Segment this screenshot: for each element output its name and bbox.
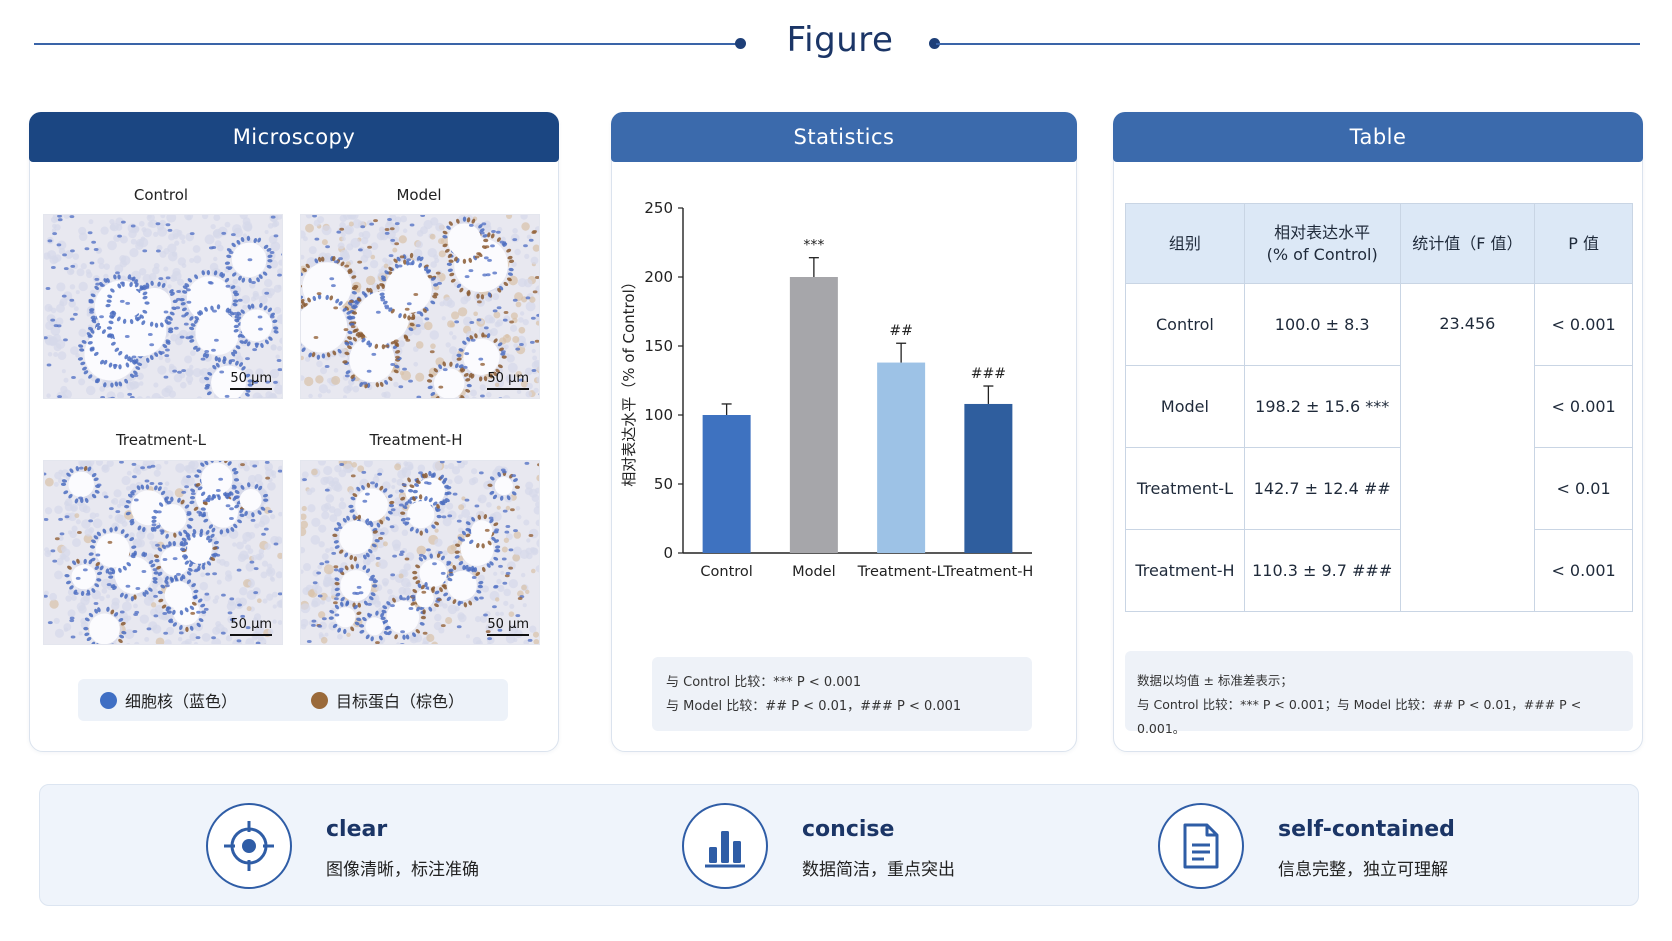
statistics-panel-title: Statistics <box>611 112 1077 162</box>
scale-bar: 50 μm <box>487 371 529 390</box>
cell-value: 110.3 ± 9.7 ### <box>1243 529 1401 612</box>
scale-bar-label: 50 μm <box>487 371 529 386</box>
scale-bar: 50 μm <box>230 371 272 390</box>
micrograph-treatment-h: 50 μm <box>300 460 540 645</box>
table-header-row: 组别 相对表达水平 (% of Control) 统计值（F 值） P 值 <box>1125 203 1633 284</box>
scale-bar-label: 50 μm <box>230 617 272 632</box>
cell-p: < 0.01 <box>1534 447 1633 530</box>
x-tick-label: Model <box>792 564 836 580</box>
header-expression: 相对表达水平 (% of Control) <box>1243 203 1401 284</box>
cell-group: Treatment-H <box>1125 529 1245 612</box>
cell-value: 198.2 ± 15.6 *** <box>1243 365 1401 448</box>
feature-title: concise <box>802 817 895 842</box>
legend-item-nucleus: 细胞核（蓝色） <box>100 688 237 712</box>
document-icon <box>1158 803 1244 889</box>
legend-swatch-blue <box>100 691 117 709</box>
bar <box>964 403 1013 553</box>
legend-item-protein: 目标蛋白（棕色） <box>311 688 464 712</box>
table-note: 数据以均值 ± 标准差表示； 与 Control 比较：*** P < 0.00… <box>1125 651 1633 736</box>
header-expression-line2: (% of Control) <box>1266 244 1378 264</box>
statistics-note-line: 与 Model 比较：## P < 0.01，### P < 0.001 <box>666 699 962 714</box>
header-rule-right <box>936 43 1640 45</box>
bar-chart: 0 50 100 150 200 250 Control *** Model ## Treatmen… <box>620 199 1033 580</box>
stain-legend: 细胞核（蓝色） 目标蛋白（棕色） <box>78 679 508 721</box>
cell-group: Treatment-L <box>1125 447 1245 530</box>
header-expression-line1: 相对表达水平 <box>1274 222 1371 242</box>
feature-concise: concise 数据简洁，重点突出 <box>682 801 1042 889</box>
significance-label: *** <box>803 238 824 254</box>
micrograph-control: 50 μm <box>43 214 283 399</box>
microscopy-panel: Microscopy Control 50 μm Model 50 μm Tre… <box>29 112 559 752</box>
statistics-panel: Statistics 0 50 100 150 200 250 Control *** Mode… <box>611 112 1077 752</box>
image-label-control: Control <box>133 186 189 204</box>
table-note-line: 与 Control 比较：*** P < 0.001；与 Model 比较：##… <box>1137 697 1582 736</box>
y-tick-label: 50 <box>654 475 673 493</box>
cell-group: Model <box>1125 365 1245 448</box>
bar <box>877 362 926 553</box>
y-axis-label: 相对表达水平（% of Control） <box>620 274 638 486</box>
statistics-note: 与 Control 比较：*** P < 0.001 与 Model 比较：##… <box>652 657 1032 731</box>
header-rule-left <box>34 43 740 45</box>
feature-clear: clear 图像清晰，标注准确 <box>206 801 566 889</box>
target-icon <box>206 803 292 889</box>
page-title: Figure <box>786 20 894 60</box>
cell-value: 100.0 ± 8.3 <box>1243 283 1401 366</box>
cell-p: < 0.001 <box>1534 365 1633 448</box>
scale-bar: 50 μm <box>230 617 272 636</box>
feature-title: clear <box>326 817 388 842</box>
micrograph-treatment-l: 50 μm <box>43 460 283 645</box>
feature-subtitle: 信息完整，独立可理解 <box>1278 860 1448 880</box>
legend-label: 目标蛋白（棕色） <box>336 692 465 711</box>
microscopy-panel-title: Microscopy <box>29 112 559 162</box>
y-tick-label: 150 <box>644 337 673 355</box>
x-tick-label: Treatment-H <box>942 564 1033 580</box>
table-panel: Table 组别 相对表达水平 (% of Control) 统计值（F 值） … <box>1113 112 1643 752</box>
cell-p: < 0.001 <box>1534 283 1633 366</box>
significance-label: ## <box>889 323 912 339</box>
scale-bar-label: 50 μm <box>487 617 529 632</box>
header-group: 组别 <box>1125 203 1245 284</box>
table-row: Control 100.0 ± 8.3 23.456 < 0.001 <box>1125 283 1633 612</box>
y-tick-label: 250 <box>644 199 673 217</box>
feature-self-contained: self-contained 信息完整，独立可理解 <box>1158 801 1538 889</box>
table-panel-title: Table <box>1113 112 1643 162</box>
results-table: 组别 相对表达水平 (% of Control) 统计值（F 值） P 值 Co… <box>1125 203 1633 612</box>
table-note-line: 数据以均值 ± 标准差表示； <box>1137 673 1293 688</box>
statistics-note-line: 与 Control 比较：*** P < 0.001 <box>666 675 862 690</box>
cell-f-value: 23.456 <box>1399 283 1536 612</box>
x-tick-label: Treatment-L <box>857 564 945 580</box>
feature-title: self-contained <box>1278 817 1455 842</box>
y-tick-label: 100 <box>644 406 673 424</box>
significance-label: ### <box>971 366 1006 382</box>
table-row: Model 198.2 ± 15.6 *** < 0.001 <box>1125 365 1633 448</box>
image-label-treatment-h: Treatment-H <box>369 431 463 449</box>
cell-value: 142.7 ± 12.4 ## <box>1243 447 1401 530</box>
cell-p: < 0.001 <box>1534 529 1633 612</box>
bar-chart-icon <box>682 803 768 889</box>
table-row: Treatment-L 142.7 ± 12.4 ## < 0.01 <box>1125 447 1633 530</box>
cell-group: Control <box>1125 283 1245 366</box>
bar <box>702 415 751 553</box>
y-tick-label: 200 <box>644 268 673 286</box>
x-tick-label: Control <box>700 564 752 580</box>
image-label-treatment-l: Treatment-L <box>115 431 207 449</box>
bar <box>789 277 838 553</box>
scale-bar: 50 μm <box>487 617 529 636</box>
micrograph-model: 50 μm <box>300 214 540 399</box>
header-f-value: 统计值（F 值） <box>1399 203 1536 284</box>
legend-swatch-brown <box>311 691 329 709</box>
header-p-value: P 值 <box>1534 203 1633 284</box>
legend-label: 细胞核（蓝色） <box>125 692 238 711</box>
feature-subtitle: 图像清晰，标注准确 <box>326 860 479 880</box>
table-row: Treatment-H 110.3 ± 9.7 ### < 0.001 <box>1125 529 1633 612</box>
scale-bar-label: 50 μm <box>230 371 272 386</box>
feature-subtitle: 数据简洁，重点突出 <box>802 860 955 880</box>
header-dot-left <box>735 38 746 49</box>
image-label-model: Model <box>396 186 442 204</box>
features-band: clear 图像清晰，标注准确 concise 数据简洁，重点突出 self-c… <box>39 784 1639 906</box>
y-tick-label: 0 <box>663 544 673 562</box>
